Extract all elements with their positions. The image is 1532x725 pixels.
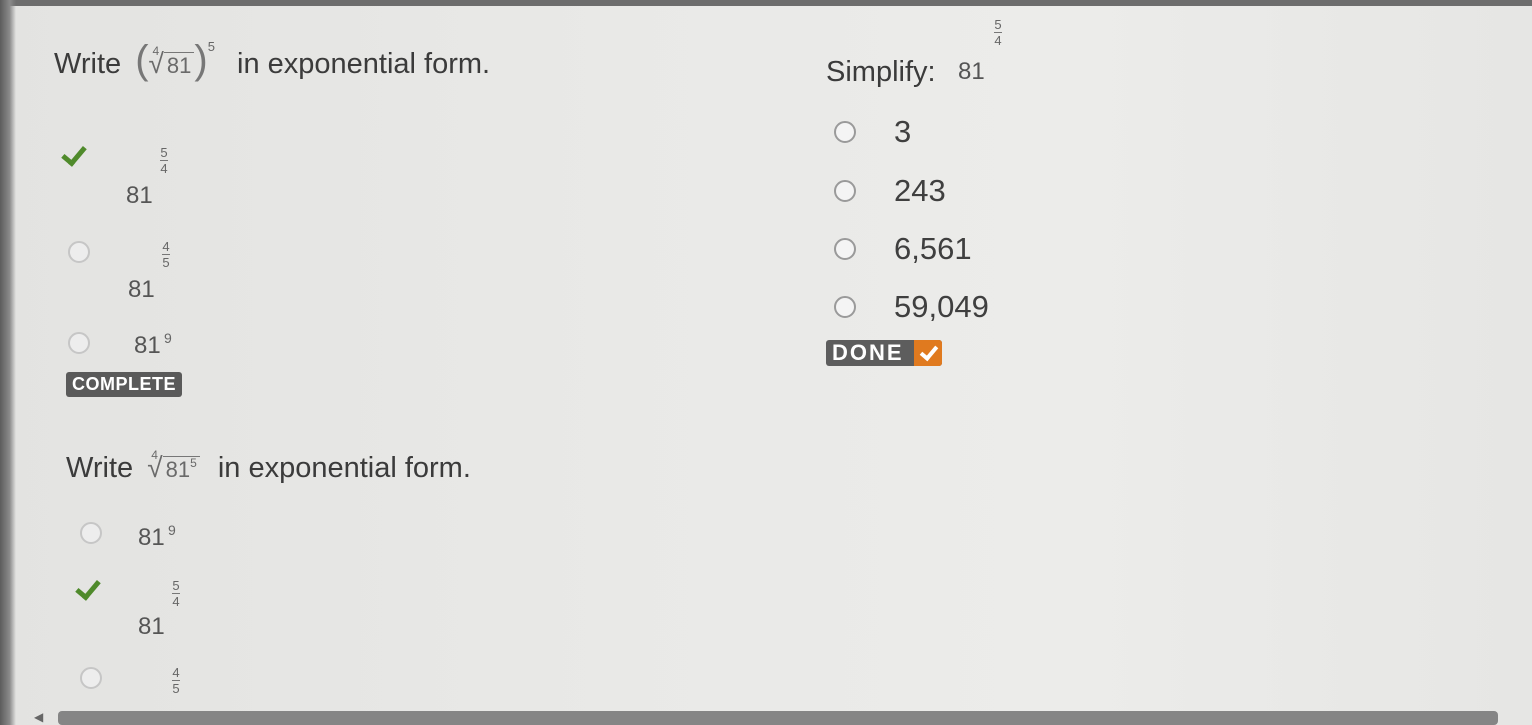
q3-opt1-base: 81 xyxy=(138,524,165,551)
q1-radical: 4 √ 81 xyxy=(149,44,195,80)
q3-opt2-den: 4 xyxy=(172,594,180,609)
done-button[interactable]: DONE xyxy=(826,340,942,366)
question-3-prompt: Write 4 √ 815 in exponential form. xyxy=(66,448,471,485)
q3-option-2-expression: 81 54 xyxy=(138,575,198,645)
radio-icon[interactable] xyxy=(834,121,856,143)
q1-option-1-expression: 81 54 xyxy=(126,140,186,210)
q3-opt2-num: 5 xyxy=(172,578,180,593)
scroll-left-arrow-icon[interactable]: ◀ xyxy=(34,710,43,724)
radio-icon[interactable] xyxy=(80,667,102,689)
q1-option-2-expression: 81 45 xyxy=(128,238,188,308)
q3-option-3[interactable] xyxy=(80,667,102,689)
q1-opt3-base: 81 xyxy=(134,332,161,359)
question-2-prompt: Simplify: xyxy=(826,56,936,89)
q2-option-1-label: 3 xyxy=(894,114,912,149)
check-icon xyxy=(74,576,106,600)
q2-simplify-label: Simplify: xyxy=(826,56,936,88)
q3-option-1-expression: 81 9 xyxy=(138,522,198,554)
q1-opt2-fraction: 45 xyxy=(162,240,170,269)
radio-icon[interactable] xyxy=(834,238,856,260)
radio-icon[interactable] xyxy=(68,241,90,263)
top-bar xyxy=(0,0,1532,6)
q1-option-1[interactable] xyxy=(60,142,92,166)
done-label: DONE xyxy=(832,340,904,365)
q1-opt3-exp: 9 xyxy=(164,330,172,346)
q1-opt2-num: 4 xyxy=(162,239,170,254)
q3-opt3-fraction: 45 xyxy=(172,666,180,695)
q1-option-2[interactable] xyxy=(68,241,90,263)
q2-option-2[interactable]: 243 xyxy=(834,173,946,209)
q3-option-2[interactable] xyxy=(74,576,106,600)
q3-option-1[interactable] xyxy=(80,522,102,544)
q2-num: 5 xyxy=(994,17,1002,32)
q2-fraction: 54 xyxy=(994,18,1002,47)
q1-opt2-base: 81 xyxy=(128,276,155,303)
q1-outer-exponent: 5 xyxy=(207,39,215,54)
q1-opt1-base: 81 xyxy=(126,182,153,209)
q3-opt3-den: 5 xyxy=(172,681,180,696)
q3-opt2-base: 81 xyxy=(138,613,165,640)
q1-opt1-num: 5 xyxy=(160,145,168,160)
q2-option-2-label: 243 xyxy=(894,173,946,208)
complete-badge: COMPLETE xyxy=(66,372,183,397)
q2-option-1[interactable]: 3 xyxy=(834,114,911,150)
q3-opt2-fraction: 54 xyxy=(172,579,180,608)
q2-option-3-label: 6,561 xyxy=(894,231,972,266)
q1-suffix: in exponential form. xyxy=(237,48,491,80)
q1-opt1-den: 4 xyxy=(160,161,168,176)
q2-option-4-label: 59,049 xyxy=(894,289,989,324)
q3-radical-index: 4 xyxy=(151,448,158,462)
q2-option-4[interactable]: 59,049 xyxy=(834,289,989,325)
q1-radicand: 81 xyxy=(163,52,195,78)
q3-suffix: in exponential form. xyxy=(217,452,471,484)
q2-den: 4 xyxy=(994,33,1002,48)
q2-option-3[interactable]: 6,561 xyxy=(834,231,972,267)
q1-radical-index: 4 xyxy=(152,44,160,58)
q3-opt3-num: 4 xyxy=(172,665,180,680)
open-paren: ( xyxy=(135,38,149,82)
q3-radical: 4 √ 815 xyxy=(147,448,200,484)
q2-base: 81 xyxy=(958,58,985,85)
radio-icon[interactable] xyxy=(68,332,90,354)
left-edge xyxy=(0,0,16,725)
radio-icon[interactable] xyxy=(834,180,856,202)
q1-write-label: Write xyxy=(54,48,122,80)
horizontal-scrollbar[interactable] xyxy=(58,711,1498,725)
close-paren: ) xyxy=(194,38,208,82)
q3-radicand: 81 xyxy=(165,457,191,482)
radio-icon[interactable] xyxy=(80,522,102,544)
q1-option-3-expression: 81 9 xyxy=(134,330,194,362)
q1-option-3[interactable] xyxy=(68,332,90,354)
checkmark-box-icon xyxy=(913,340,942,366)
q1-opt1-fraction: 54 xyxy=(160,146,168,175)
q2-expression: 81 54 xyxy=(958,16,1018,86)
radio-icon[interactable] xyxy=(834,296,856,318)
q3-opt1-exp: 9 xyxy=(168,522,176,538)
question-1-prompt: Write (4 √ 81)5 in exponential form. xyxy=(54,38,490,83)
q1-opt2-den: 5 xyxy=(162,255,170,270)
q3-inner-exponent: 5 xyxy=(190,456,197,470)
q3-write-label: Write xyxy=(66,452,134,484)
q3-radicand-group: 815 xyxy=(162,456,200,482)
check-icon xyxy=(60,142,92,166)
q3-option-3-expression: 45 xyxy=(170,662,200,706)
